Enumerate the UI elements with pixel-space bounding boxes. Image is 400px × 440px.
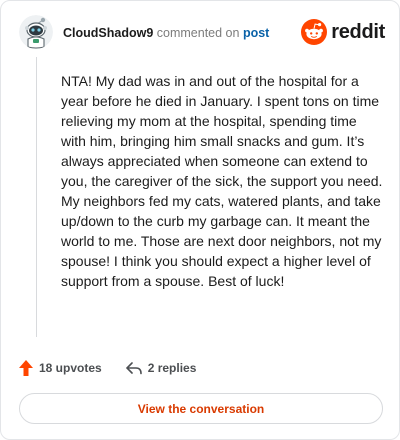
snoo-avatar-icon — [19, 15, 53, 49]
replies-button[interactable]: 2 replies — [125, 361, 197, 375]
comment-header: CloudShadow9 commented on post reddit — [19, 15, 385, 53]
comment-meta: CloudShadow9 commented on post — [63, 25, 269, 41]
post-link[interactable]: post — [243, 26, 269, 40]
reply-count: 2 replies — [147, 361, 197, 375]
thread-line — [36, 57, 37, 337]
upvote-count: 18 upvotes — [39, 361, 102, 375]
reddit-logo[interactable]: reddit — [301, 18, 385, 46]
commented-on-text: commented on — [156, 26, 240, 40]
view-conversation-button[interactable]: View the conversation — [19, 393, 383, 424]
reply-arrow-icon — [125, 362, 142, 375]
upvote-button[interactable]: 18 upvotes — [19, 360, 102, 376]
reddit-alien-icon — [301, 19, 328, 45]
reddit-wordmark: reddit — [331, 20, 385, 43]
upvote-arrow-icon — [19, 360, 33, 376]
comment-actions: 18 upvotes 2 replies — [19, 357, 196, 379]
embedded-comment-card: CloudShadow9 commented on post reddit NT… — [0, 0, 400, 440]
avatar[interactable] — [19, 15, 53, 49]
comment-body: NTA! My dad was in and out of the hospit… — [61, 73, 383, 289]
username-link[interactable]: CloudShadow9 — [63, 26, 153, 40]
